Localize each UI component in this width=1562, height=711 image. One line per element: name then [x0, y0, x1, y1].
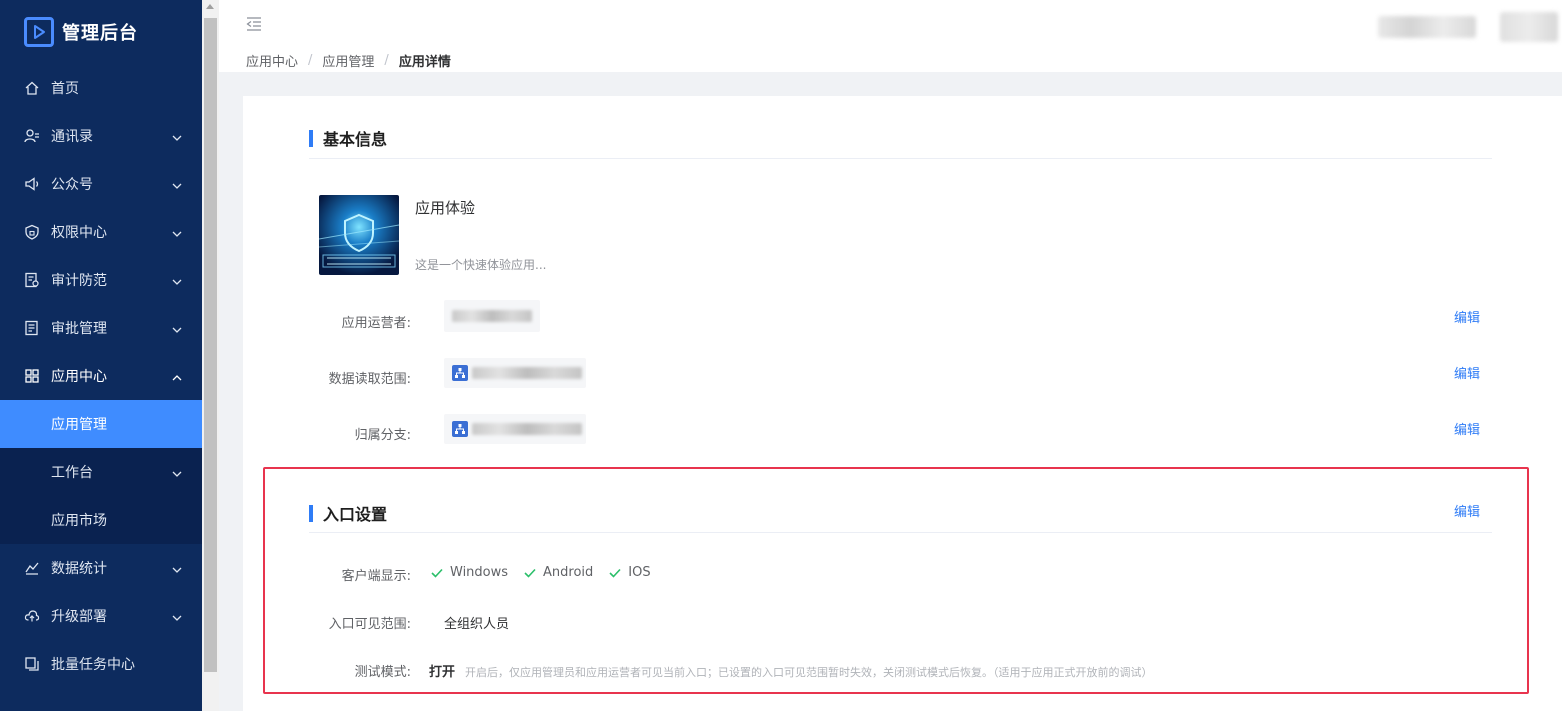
breadcrumb-separator: /: [308, 53, 313, 68]
basic-info-heading: 基本信息: [309, 126, 387, 150]
app-name: 应用体验: [415, 199, 476, 217]
org-structure-icon: [452, 421, 468, 437]
sidebar-item-app-center[interactable]: 应用中心: [0, 352, 202, 400]
sidebar-item-permission[interactable]: 权限中心: [0, 208, 202, 256]
sidebar-item-contacts[interactable]: 通讯录: [0, 112, 202, 160]
sidebar-item-app-management[interactable]: 应用管理: [0, 400, 202, 448]
section-divider: [309, 158, 1492, 159]
sidebar-item-label: 工作台: [51, 465, 93, 481]
breadcrumb: 应用中心 / 应用管理 / 应用详情: [246, 51, 451, 70]
sidebar-item-workbench[interactable]: 工作台: [0, 448, 202, 496]
operator-value-redacted: [444, 300, 540, 332]
data-scope-label: 数据读取范围:: [328, 372, 411, 387]
collapse-menu-icon[interactable]: [246, 17, 262, 31]
sidebar-item-label: 升级部署: [51, 609, 107, 625]
sidebar-item-app-market[interactable]: 应用市场: [0, 496, 202, 544]
sidebar-item-label: 权限中心: [51, 225, 107, 241]
approval-icon: [24, 320, 40, 336]
chevron-down-icon: [172, 131, 182, 141]
sidebar-item-label: 通讯录: [51, 129, 93, 145]
branch-label: 归属分支:: [354, 428, 411, 443]
entry-settings-highlight: [263, 467, 1529, 694]
breadcrumb-app-center[interactable]: 应用中心: [246, 51, 298, 70]
edit-data-scope-link[interactable]: 编辑: [1454, 363, 1480, 382]
edit-branch-link[interactable]: 编辑: [1454, 419, 1480, 438]
chevron-up-icon: [172, 371, 182, 381]
scroll-up-arrow-icon[interactable]: [206, 4, 214, 9]
org-structure-icon: [452, 365, 468, 381]
home-icon: [24, 80, 40, 96]
breadcrumb-separator: /: [384, 53, 389, 68]
redacted-text: [472, 423, 582, 435]
brand-logo[interactable]: 管理后台: [0, 0, 202, 64]
megaphone-icon: [24, 176, 40, 192]
app-center-submenu: 应用管理 工作台 应用市场: [0, 400, 202, 544]
sidebar-item-label: 审计防范: [51, 273, 107, 289]
sidebar-item-upgrade[interactable]: 升级部署: [0, 592, 202, 640]
shield-lock-icon: [24, 224, 40, 240]
chevron-down-icon: [172, 227, 182, 237]
sidebar-item-label: 应用市场: [51, 513, 107, 529]
edit-operator-link[interactable]: 编辑: [1454, 307, 1480, 326]
brand-title: 管理后台: [62, 23, 138, 44]
sidebar-item-label: 审批管理: [51, 321, 107, 337]
cloud-upload-icon: [24, 608, 40, 624]
chart-icon: [24, 560, 40, 576]
chevron-down-icon: [172, 611, 182, 621]
data-scope-value-redacted: [444, 358, 586, 388]
breadcrumb-app-management[interactable]: 应用管理: [322, 51, 374, 70]
sidebar-scrollbar-thumb[interactable]: [204, 18, 217, 672]
brand-play-icon: [24, 17, 54, 47]
redacted-text: [452, 310, 532, 322]
sidebar-item-audit[interactable]: 审计防范: [0, 256, 202, 304]
app-description: 这是一个快速体验应用...: [415, 258, 547, 272]
chevron-down-icon: [172, 275, 182, 285]
audit-icon: [24, 272, 40, 288]
copy-icon: [24, 656, 40, 672]
redacted-text: [472, 367, 582, 379]
chevron-down-icon: [172, 323, 182, 333]
section-accent-bar: [309, 129, 313, 147]
avatar-redacted[interactable]: [1500, 12, 1558, 42]
sidebar-item-label: 首页: [51, 81, 79, 97]
chevron-down-icon: [172, 179, 182, 189]
sidebar-item-official-account[interactable]: 公众号: [0, 160, 202, 208]
sidebar-item-batch-tasks[interactable]: 批量任务中心: [0, 640, 202, 688]
apps-grid-icon: [24, 368, 40, 384]
user-info-redacted[interactable]: [1378, 16, 1476, 38]
sidebar-item-approval[interactable]: 审批管理: [0, 304, 202, 352]
sidebar-item-label: 数据统计: [51, 561, 107, 577]
contacts-icon: [24, 128, 40, 144]
sidebar: 管理后台 首页 通讯录 公众号 权限中心 审计防范 审批管理 应用中心 应用管理: [0, 0, 202, 711]
chevron-down-icon: [172, 563, 182, 573]
operator-label: 应用运营者:: [341, 316, 411, 331]
top-header: 应用中心 / 应用管理 / 应用详情: [219, 0, 1562, 72]
sidebar-item-home[interactable]: 首页: [0, 64, 202, 112]
app-icon-image: [319, 195, 399, 275]
sidebar-item-label: 公众号: [51, 177, 93, 193]
sidebar-item-statistics[interactable]: 数据统计: [0, 544, 202, 592]
sidebar-item-label: 应用管理: [51, 417, 107, 433]
breadcrumb-app-detail: 应用详情: [398, 55, 451, 70]
branch-value-redacted: [444, 414, 586, 444]
basic-info-title: 基本信息: [323, 130, 388, 149]
chevron-down-icon: [172, 467, 182, 477]
sidebar-item-label: 应用中心: [51, 369, 107, 385]
sidebar-item-label: 批量任务中心: [51, 657, 135, 673]
